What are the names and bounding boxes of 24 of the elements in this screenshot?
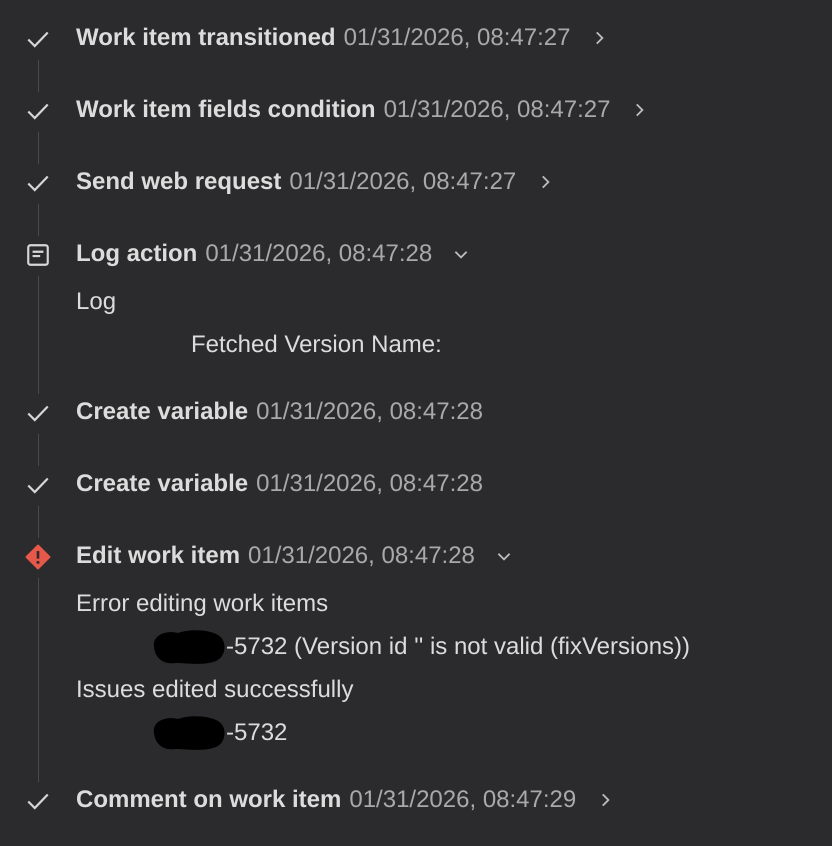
- step-title: Edit work item: [76, 542, 240, 570]
- step-title: Work item transitioned: [76, 24, 336, 52]
- step-timestamp: 01/31/2026, 08:47:28: [248, 542, 475, 570]
- error-icon: [25, 544, 51, 570]
- step-timestamp: 01/31/2026, 08:47:27: [344, 24, 570, 52]
- step-title: Create variable: [76, 470, 248, 498]
- log-text: Issues edited successfully: [76, 676, 354, 704]
- step-title: Work item fields condition: [76, 96, 376, 124]
- step-timestamp: 01/31/2026, 08:47:28: [205, 240, 432, 268]
- step-title: Send web request: [76, 168, 282, 196]
- step-timestamp: 01/31/2026, 08:47:28: [256, 398, 483, 426]
- log-text: Error editing work items: [76, 590, 328, 618]
- log-text: Log: [76, 288, 116, 316]
- document-icon: [25, 242, 51, 268]
- step-timestamp: 01/31/2026, 08:47:28: [256, 470, 483, 498]
- step-title: Log action: [76, 240, 198, 268]
- step-title: Comment on work item: [76, 786, 342, 814]
- step-timestamp: 01/31/2026, 08:47:27: [384, 96, 610, 124]
- log-text: -5732 (Version id '' is not valid (fixVersions)): [226, 632, 690, 660]
- step-timestamp: 01/31/2026, 08:47:29: [349, 786, 576, 814]
- log-text: -5732: [226, 718, 288, 746]
- step-title: Create variable: [76, 398, 248, 426]
- log-text: Fetched Version Name:: [191, 330, 442, 358]
- step-timestamp: 01/31/2026, 08:47:27: [289, 168, 516, 196]
